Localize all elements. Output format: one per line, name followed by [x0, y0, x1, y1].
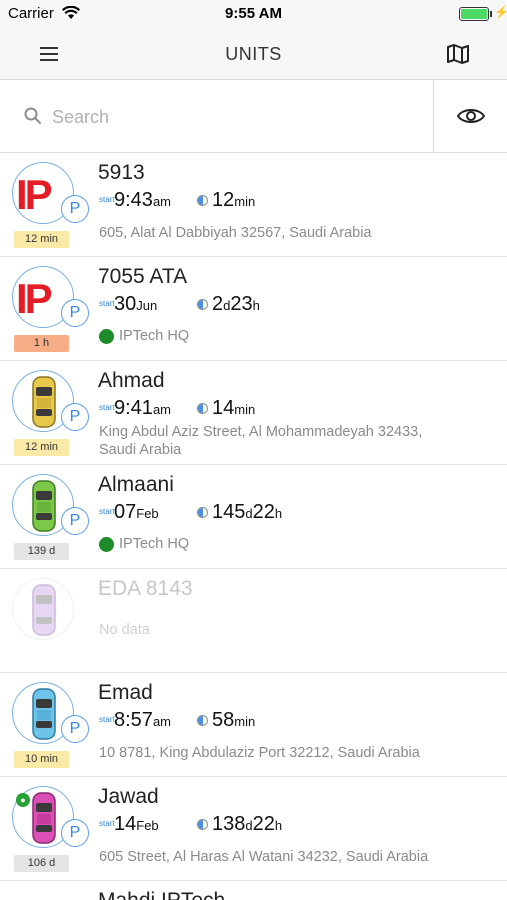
- charging-icon: ⚡: [494, 5, 507, 19]
- duration-icon: [197, 403, 208, 414]
- trip-duration: 2d23h: [212, 293, 260, 315]
- parked-icon: P: [61, 715, 89, 743]
- unit-name: Mahdi IPTech: [98, 889, 225, 900]
- start-label: start: [99, 195, 115, 204]
- unit-row[interactable]: EDA 8143 No data: [0, 569, 507, 673]
- start-label: start: [99, 403, 115, 412]
- status-duration-badge: 139 d: [14, 543, 69, 560]
- unit-name: 5913: [98, 161, 145, 184]
- battery-icon: [459, 7, 489, 21]
- status-duration-badge: 10 min: [14, 751, 69, 768]
- visibility-toggle-button[interactable]: [434, 80, 507, 152]
- start-time: 8:57am: [114, 709, 171, 731]
- unit-avatar: [12, 578, 74, 640]
- start-label: start: [99, 299, 115, 308]
- page-title: UNITS: [225, 44, 282, 64]
- duration-icon: [197, 507, 208, 518]
- start-label: start: [99, 819, 115, 828]
- unit-name: Ahmad: [98, 369, 165, 392]
- unit-name: Emad: [98, 681, 153, 704]
- trip-duration: 58min: [212, 709, 256, 731]
- parked-icon: P: [61, 195, 89, 223]
- clock: 9:55 AM: [225, 5, 282, 22]
- start-time: 9:43am: [114, 189, 171, 211]
- unit-name: 7055 ATA: [98, 265, 188, 288]
- geofence-icon: [99, 329, 114, 344]
- parked-icon: P: [61, 403, 89, 431]
- map-icon[interactable]: [444, 40, 472, 68]
- search-bar: [0, 80, 507, 153]
- ip-logo: IP: [16, 275, 53, 322]
- unit-row[interactable]: P 10 min Emad start 8:57am 58min 10 8781…: [0, 673, 507, 777]
- start-label: start: [99, 507, 115, 516]
- duration-icon: [197, 195, 208, 206]
- battery-cap: [490, 11, 492, 17]
- unit-row[interactable]: P 12 min Ahmad start 9:41am 14min King A…: [0, 361, 507, 465]
- status-duration-badge: 1 h: [14, 335, 69, 352]
- status-duration-badge: 12 min: [14, 439, 69, 456]
- unit-row[interactable]: P 139 d Almaani start 07Feb 145d22h IPTe…: [0, 465, 507, 569]
- unit-row[interactable]: ● P 106 d Jawad start 14Feb 138d22h 605 …: [0, 777, 507, 881]
- car-icon: [32, 584, 56, 636]
- unit-name: Almaani: [98, 473, 174, 496]
- parked-icon: P: [61, 819, 89, 847]
- status-bar: Carrier 9:55 AM ⚡: [0, 0, 507, 28]
- no-data-label: No data: [99, 622, 150, 638]
- duration-icon: [197, 715, 208, 726]
- trip-duration: 12min: [212, 189, 256, 211]
- search-icon: [24, 107, 41, 124]
- unit-name: EDA 8143: [98, 577, 193, 600]
- unit-name: Jawad: [98, 785, 159, 808]
- unit-row[interactable]: Mahdi IPTech: [0, 881, 507, 900]
- start-label: start: [99, 715, 115, 724]
- trip-duration: 145d22h: [212, 501, 283, 523]
- trip-duration: 138d22h: [212, 813, 283, 835]
- unit-row[interactable]: IP P 1 h 7055 ATA start 30Jun 2d23h IPTe…: [0, 257, 507, 361]
- start-time: 30Jun: [114, 293, 158, 315]
- hamburger-menu-icon[interactable]: [36, 41, 64, 67]
- navigation-bar: UNITS: [0, 28, 507, 80]
- ip-logo: IP: [16, 171, 53, 218]
- status-duration-badge: 12 min: [14, 231, 69, 248]
- geofence-icon: [99, 537, 114, 552]
- unit-address: 10 8781, King Abdulaziz Port 32212, Saud…: [99, 745, 420, 761]
- unit-address: 605, Alat Al Dabbiyah 32567, Saudi Arabi…: [99, 225, 372, 241]
- geofence-name: IPTech HQ: [119, 536, 190, 552]
- geofence-name: IPTech HQ: [119, 328, 190, 344]
- start-time: 9:41am: [114, 397, 171, 419]
- unit-row[interactable]: IP P 12 min 5913 start 9:43am 12min 605,…: [0, 153, 507, 257]
- unit-address: 605 Street, Al Haras Al Watani 34232, Sa…: [99, 849, 429, 865]
- search-input[interactable]: [52, 100, 422, 134]
- duration-icon: [197, 299, 208, 310]
- parked-icon: P: [61, 507, 89, 535]
- online-indicator-icon: ●: [16, 793, 30, 807]
- duration-icon: [197, 819, 208, 830]
- trip-duration: 14min: [212, 397, 256, 419]
- start-time: 14Feb: [114, 813, 159, 835]
- eye-icon: [456, 109, 486, 123]
- unit-address: King Abdul Aziz Street, Al Mohammadeyah …: [99, 424, 423, 458]
- status-duration-badge: 106 d: [14, 855, 69, 872]
- parked-icon: P: [61, 299, 89, 327]
- start-time: 07Feb: [114, 501, 159, 523]
